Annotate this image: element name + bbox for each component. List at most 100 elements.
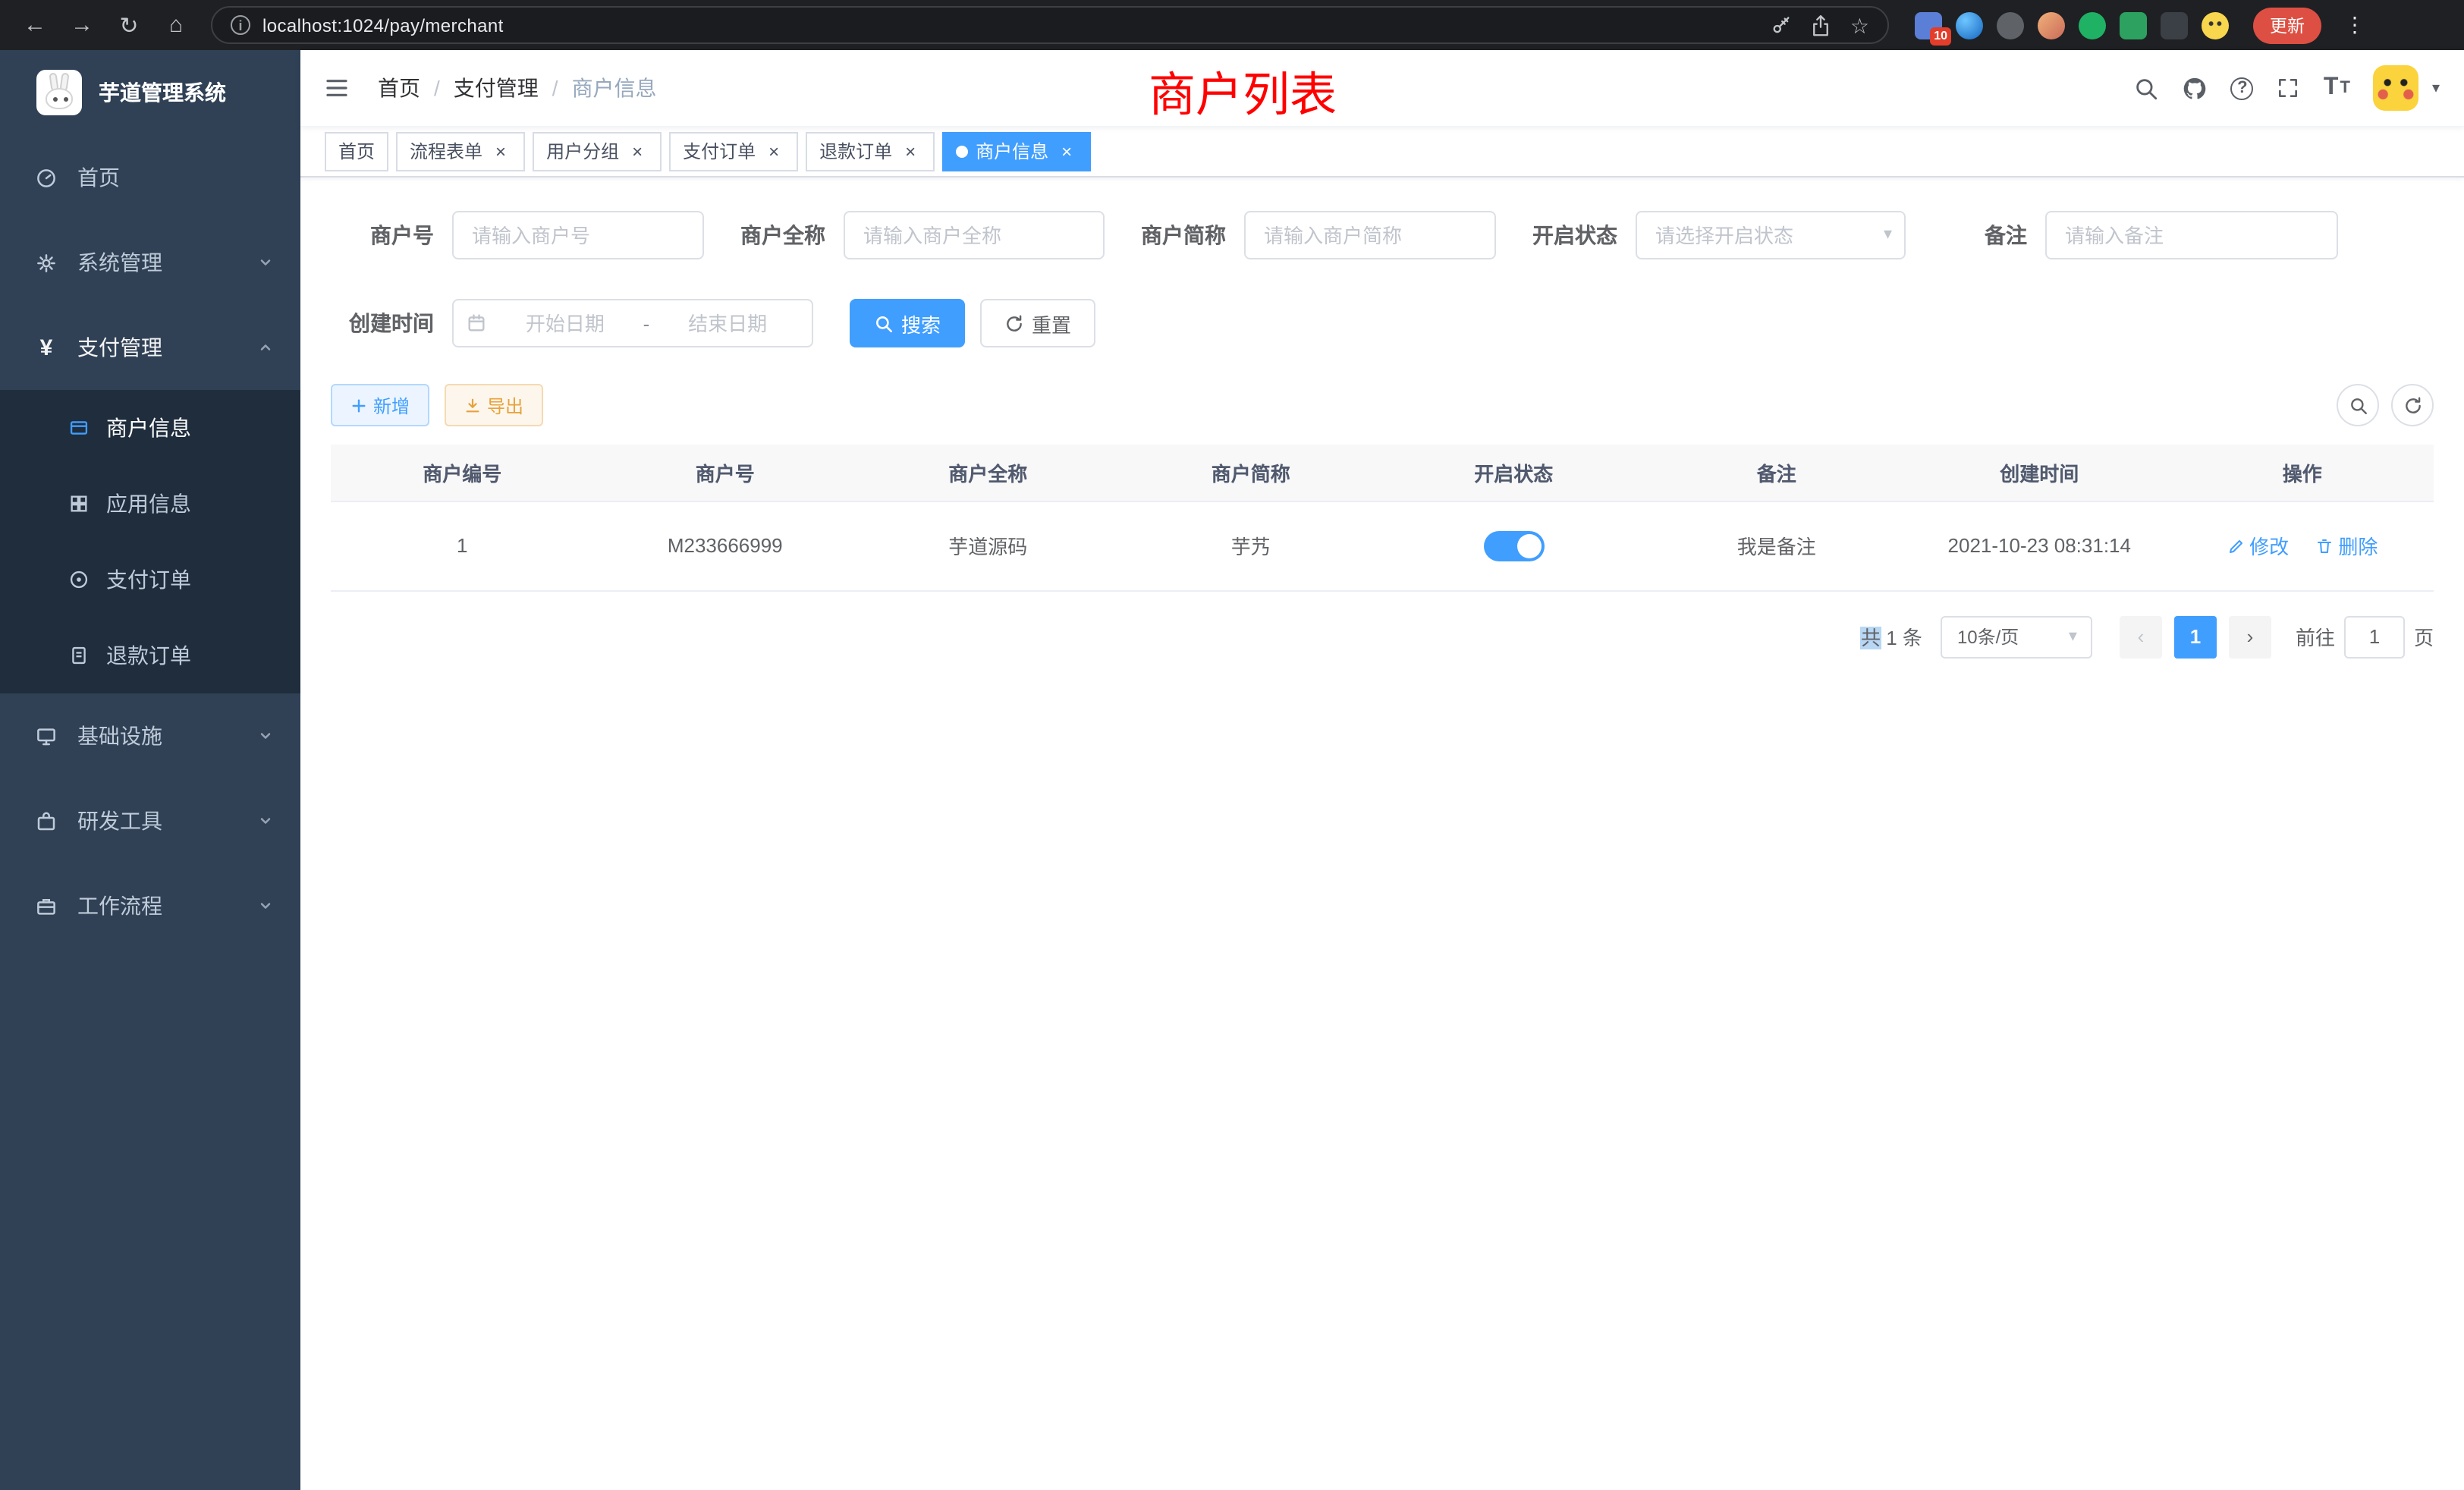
chevron-down-icon	[258, 728, 273, 743]
column-header-merchant-id: 商户编号	[331, 445, 594, 501]
sidebar-item-system[interactable]: 系统管理	[0, 220, 300, 305]
extension-icon-8[interactable]	[2202, 11, 2229, 39]
tab-label: 流程表单	[410, 138, 482, 164]
page-size-select[interactable]: 10条/页 ▾	[1941, 615, 2092, 658]
next-page-button[interactable]: ›	[2229, 615, 2271, 658]
edit-link-label: 修改	[2249, 531, 2289, 560]
search-button[interactable]: 搜索	[850, 299, 965, 347]
browser-forward-button[interactable]: →	[62, 5, 102, 45]
pagination-total: 共 1 条	[1861, 622, 1922, 651]
browser-home-button[interactable]: ⌂	[156, 5, 196, 45]
address-bar[interactable]: i localhost:1024/pay/merchant ☆	[211, 6, 1889, 44]
sidebar-subitem-refund-order[interactable]: 退款订单	[0, 618, 300, 693]
prev-page-button[interactable]: ‹	[2120, 615, 2162, 658]
plus-icon	[350, 397, 367, 413]
tab-close-icon[interactable]: ×	[627, 140, 648, 162]
site-info-icon[interactable]: i	[231, 15, 250, 35]
edit-link[interactable]: 修改	[2227, 531, 2289, 560]
chevron-right-icon: ›	[2247, 625, 2254, 648]
fullscreen-button[interactable]	[2277, 76, 2301, 100]
tab-pay-order[interactable]: 支付订单 ×	[669, 131, 798, 171]
status-select-input[interactable]	[1636, 211, 1906, 259]
yen-icon: ¥	[33, 336, 59, 359]
remark-input[interactable]	[2045, 211, 2338, 259]
document-icon	[67, 645, 91, 666]
status-label: 开启状态	[1514, 220, 1617, 250]
tab-close-icon[interactable]: ×	[763, 140, 784, 162]
grid-icon	[67, 493, 91, 514]
help-button[interactable]: ?	[2231, 77, 2254, 99]
forward-icon: →	[71, 12, 93, 38]
extension-icon-3[interactable]	[1997, 11, 2024, 39]
payment-submenu: 商户信息 应用信息 支付订单	[0, 390, 300, 693]
tab-merchant-info[interactable]: 商户信息 ×	[942, 131, 1091, 171]
end-date-input[interactable]	[655, 310, 800, 336]
extension-icon-4[interactable]	[2038, 11, 2065, 39]
start-date-input[interactable]	[493, 310, 637, 336]
create-time-range-picker[interactable]: -	[452, 299, 813, 347]
delete-link[interactable]: 删除	[2315, 531, 2378, 560]
breadcrumb: 首页 / 支付管理 / 商户信息	[378, 73, 657, 103]
toggle-search-button[interactable]	[2337, 384, 2379, 426]
tab-label: 退款订单	[819, 138, 892, 164]
pagination-total-rest: 1 条	[1886, 627, 1922, 649]
extension-icon-6[interactable]	[2120, 11, 2147, 39]
extension-icon-5[interactable]	[2079, 11, 2106, 39]
user-avatar[interactable]	[2373, 65, 2418, 111]
export-button[interactable]: 导出	[445, 384, 543, 426]
reload-icon: ↻	[119, 11, 138, 39]
browser-reload-button[interactable]: ↻	[109, 5, 149, 45]
add-button[interactable]: 新增	[331, 384, 429, 426]
browser-update-button[interactable]: 更新	[2253, 7, 2321, 43]
password-key-icon[interactable]	[1771, 14, 1793, 36]
tab-process-form[interactable]: 流程表单 ×	[396, 131, 525, 171]
merchant-no-input[interactable]	[452, 211, 704, 259]
github-button[interactable]	[2183, 75, 2208, 101]
goto-page-input[interactable]	[2344, 615, 2405, 658]
tab-user-group[interactable]: 用户分组 ×	[533, 131, 662, 171]
sidebar-subitem-merchant-info[interactable]: 商户信息	[0, 390, 300, 466]
status-select[interactable]: ▾	[1636, 211, 1906, 259]
header-search-button[interactable]	[2134, 75, 2160, 101]
browser-back-button[interactable]: ←	[15, 5, 55, 45]
refresh-icon	[2403, 395, 2422, 415]
monitor-icon	[33, 725, 59, 747]
bookmark-star-icon[interactable]: ☆	[1850, 14, 1869, 36]
breadcrumb-item-home[interactable]: 首页	[378, 73, 420, 103]
tab-home[interactable]: 首页	[325, 131, 388, 171]
sidebar-item-infrastructure[interactable]: 基础设施	[0, 693, 300, 778]
refresh-table-button[interactable]	[2391, 384, 2434, 426]
column-header-full-name: 商户全称	[856, 445, 1120, 501]
navbar-actions: ? TT ▾	[2134, 50, 2464, 126]
tab-close-icon[interactable]: ×	[1056, 140, 1077, 162]
extension-icon-1[interactable]: 10	[1915, 11, 1942, 39]
sidebar-item-home[interactable]: 首页	[0, 135, 300, 220]
share-icon[interactable]	[1811, 14, 1832, 36]
sidebar-subitem-pay-order[interactable]: 支付订单	[0, 542, 300, 618]
merchant-short-input[interactable]	[1244, 211, 1496, 259]
sidebar-item-payment[interactable]: ¥ 支付管理	[0, 305, 300, 390]
layout-size-button[interactable]: TT	[2324, 76, 2350, 100]
filter-merchant-name: 商户全称	[722, 211, 1105, 259]
sidebar-item-dev-tools[interactable]: 研发工具	[0, 778, 300, 863]
merchant-name-input[interactable]	[844, 211, 1105, 259]
status-toggle[interactable]	[1483, 530, 1544, 561]
page-number-button[interactable]: 1	[2174, 615, 2217, 658]
sidebar-item-workflow[interactable]: 工作流程	[0, 863, 300, 948]
cell-create-time: 2021-10-23 08:31:14	[1908, 501, 2171, 590]
tab-refund-order[interactable]: 退款订单 ×	[806, 131, 935, 171]
toggle-knob	[1516, 533, 1541, 558]
browser-menu-button[interactable]: ⋮	[2341, 12, 2368, 38]
extension-icon-7[interactable]	[2161, 11, 2188, 39]
sidebar-toggle-button[interactable]	[323, 76, 350, 100]
page-annotation: 商户列表	[1149, 56, 1337, 124]
extension-icon-2[interactable]	[1956, 11, 1983, 39]
sidebar-item-label: 系统管理	[77, 247, 162, 278]
avatar-caret-icon[interactable]: ▾	[2432, 80, 2440, 96]
sidebar-subitem-app-info[interactable]: 应用信息	[0, 466, 300, 542]
app-logo-row[interactable]: 芋道管理系统	[0, 50, 300, 135]
tab-close-icon[interactable]: ×	[900, 140, 921, 162]
chevron-down-icon	[258, 255, 273, 270]
reset-button[interactable]: 重置	[980, 299, 1095, 347]
tab-close-icon[interactable]: ×	[490, 140, 511, 162]
